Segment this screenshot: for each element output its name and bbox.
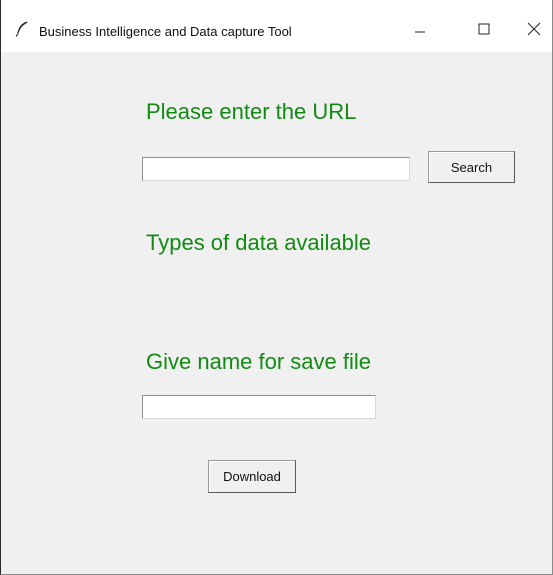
close-icon	[527, 22, 541, 41]
url-input[interactable]	[142, 157, 410, 181]
minimize-icon	[414, 22, 426, 40]
app-window: Business Intelligence and Data capture T…	[0, 0, 553, 575]
minimize-button[interactable]	[397, 14, 443, 48]
title-bar[interactable]: Business Intelligence and Data capture T…	[1, 0, 552, 52]
feather-icon	[15, 21, 29, 37]
save-filename-input[interactable]	[142, 395, 376, 419]
window-title: Business Intelligence and Data capture T…	[39, 24, 292, 39]
maximize-icon	[478, 22, 490, 40]
maximize-button[interactable]	[461, 14, 507, 48]
data-types-heading: Types of data available	[146, 230, 372, 255]
download-button[interactable]: Download	[208, 460, 296, 493]
save-file-heading: Give name for save file	[146, 349, 371, 374]
close-button[interactable]	[511, 14, 553, 48]
url-heading: Please enter the URL	[146, 99, 357, 124]
search-button[interactable]: Search	[428, 151, 515, 183]
